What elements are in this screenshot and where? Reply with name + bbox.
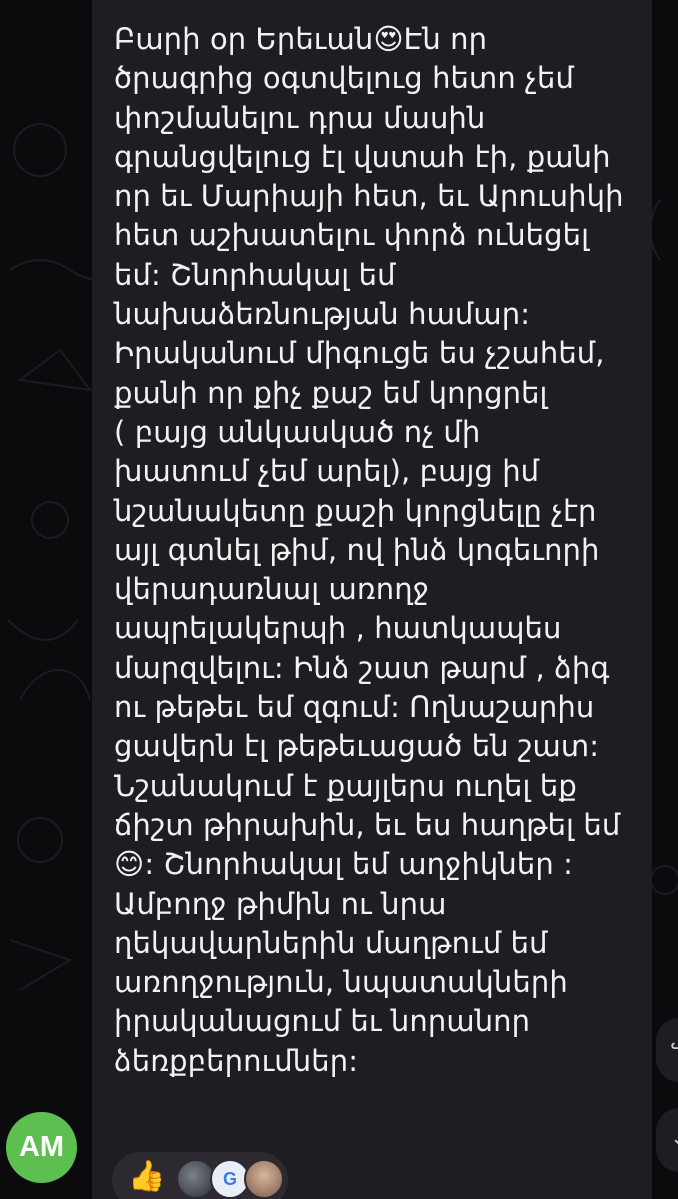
reactor-avatar — [244, 1159, 284, 1199]
chat-screen: Բարի օր Երեւան😍Էն որ ծրագրից օգտվելուց հ… — [0, 0, 678, 1199]
avatar-initials: AM — [18, 1131, 65, 1163]
chevron-down-icon: ⌄ — [670, 1126, 678, 1151]
message-text: Բարի օր Երեւան😍Էն որ ծրագրից օգտվելուց հ… — [114, 22, 624, 1078]
share-icon: ↪ — [670, 1036, 678, 1061]
sender-avatar[interactable]: AM — [6, 1112, 77, 1183]
reactor-badge: G — [222, 1168, 237, 1189]
thumbs-up-reaction-icon[interactable]: 👍 — [128, 1157, 165, 1197]
